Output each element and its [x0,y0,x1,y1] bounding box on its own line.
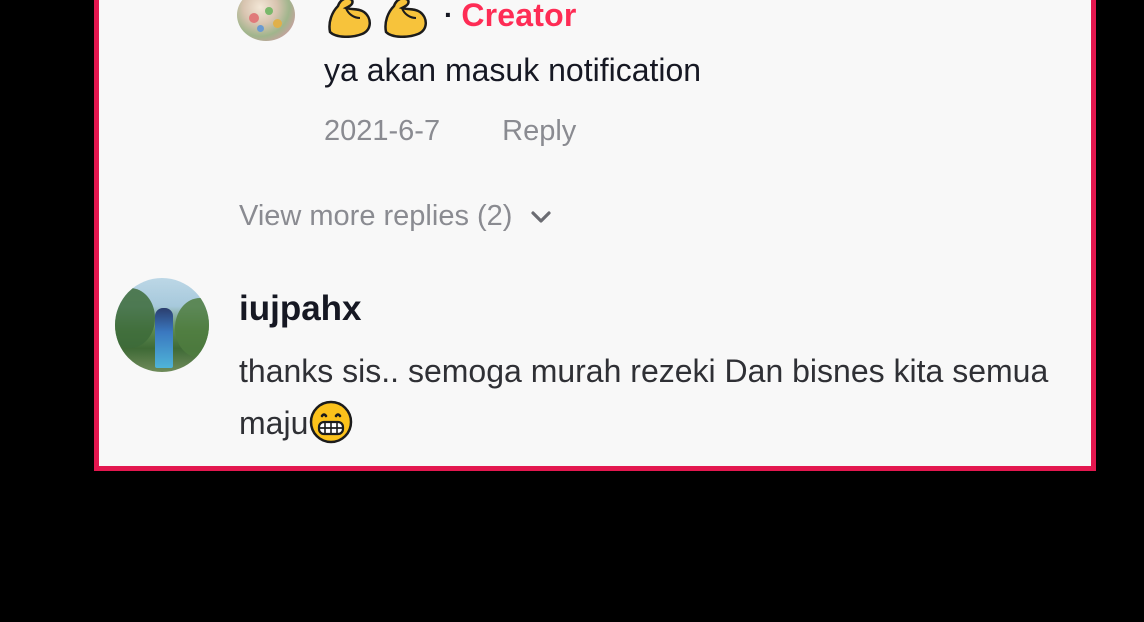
badge-separator: · [444,0,454,30]
comments-panel: · Creator ya akan masuk notification 202… [94,0,1096,471]
view-more-replies-label: View more replies (2) [239,200,513,232]
commenter-avatar[interactable] [115,278,209,372]
comment-text: thanks sis.. semoga murah rezeki Dan bis… [239,345,1089,449]
reply-date: 2021-6-7 [324,115,441,147]
flexed-biceps-icon [328,0,371,38]
commenter-username[interactable]: iujpahx [239,289,362,329]
reply-author-avatar[interactable] [237,0,295,41]
reply-text: ya akan masuk notification [324,52,702,88]
reply-button[interactable]: Reply [502,115,576,147]
creator-badge: Creator [461,0,577,33]
reply-header: · Creator [324,0,577,38]
comment-body: thanks sis.. semoga murah rezeki Dan bis… [239,353,1049,441]
flexed-biceps-icon [384,0,427,38]
chevron-down-icon [531,210,552,223]
grinning-face-icon [310,400,353,444]
reply-meta: 2021-6-7 Reply [324,115,576,148]
view-more-replies-button[interactable]: View more replies (2) [239,200,552,233]
